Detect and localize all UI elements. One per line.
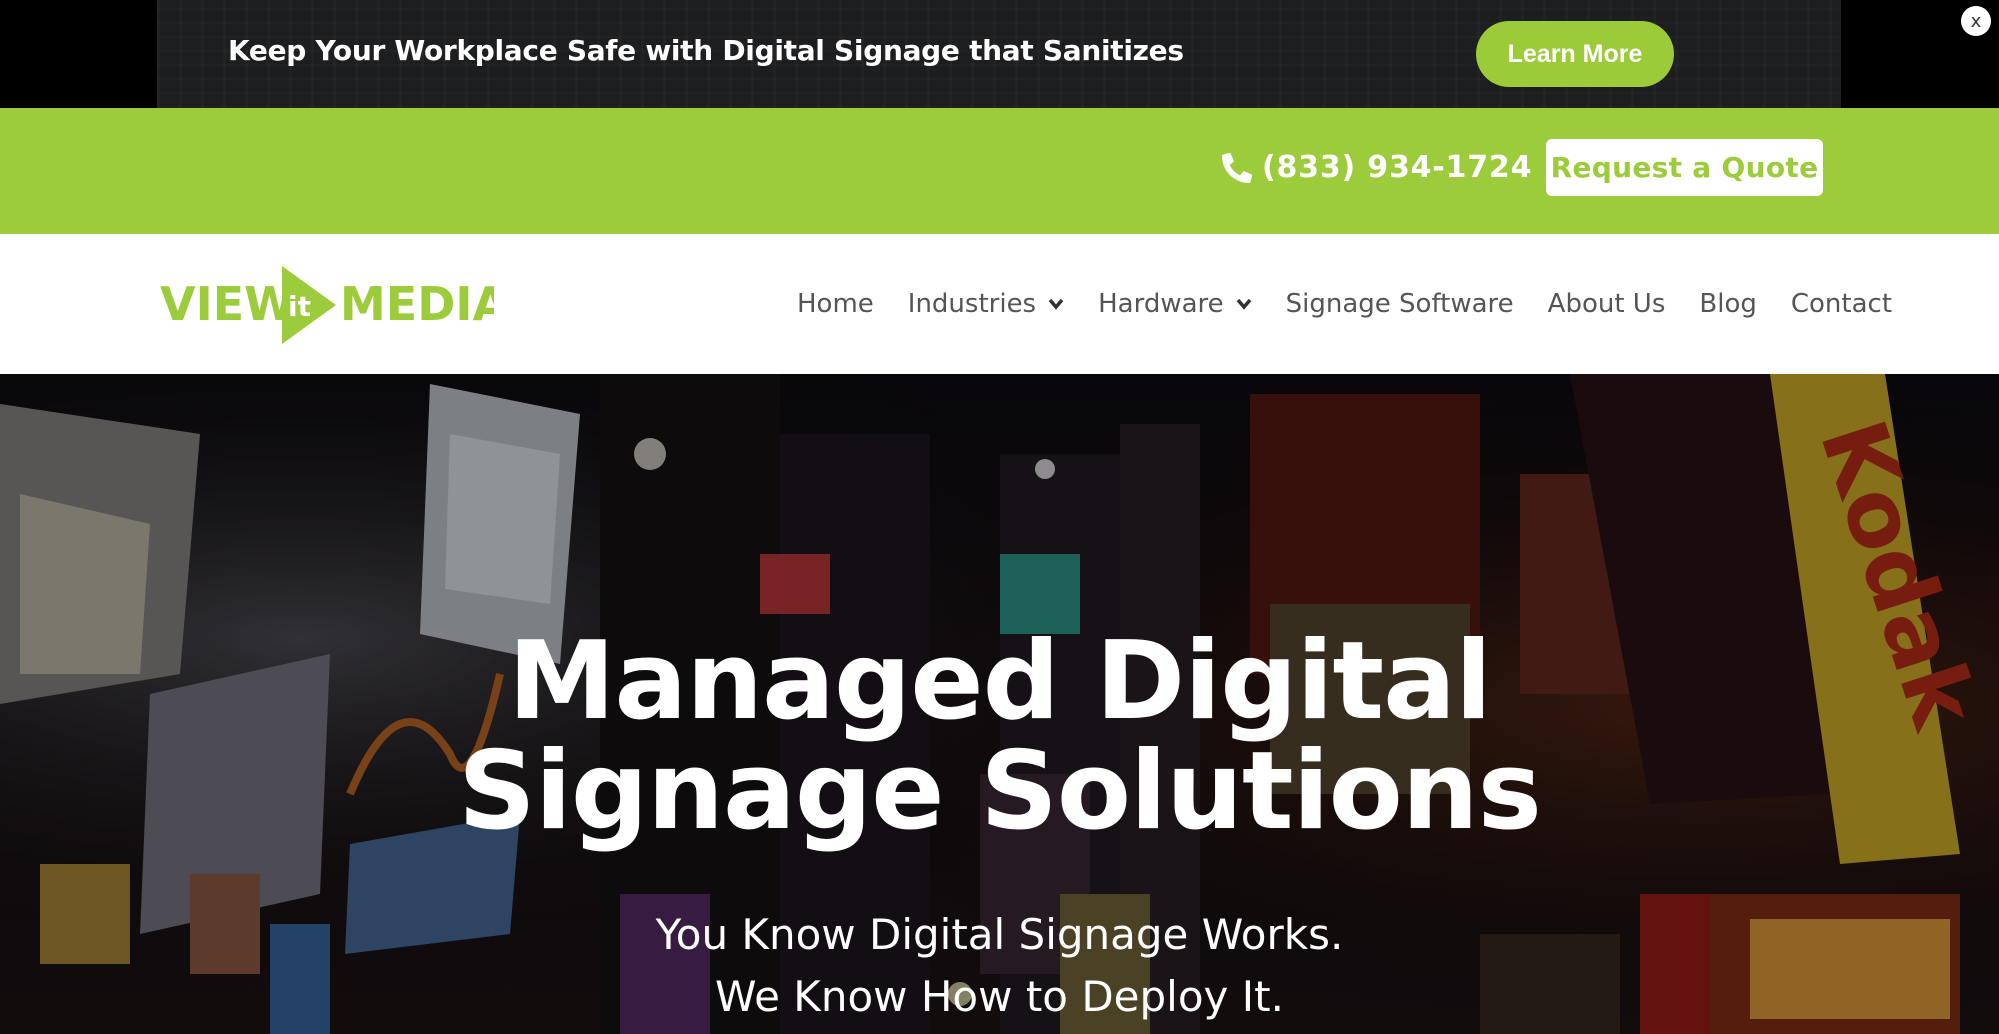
hero-title-line-2: Signage Solutions <box>458 729 1542 854</box>
viewit-media-logo[interactable]: VIEW it MEDIA <box>160 264 494 346</box>
phone-number: (833) 934-1724 <box>1262 150 1533 185</box>
nav-item-home[interactable]: Home <box>797 289 874 319</box>
hero-subtitle: You Know Digital Signage Works. We Know … <box>0 904 1999 1028</box>
main-header: VIEW it MEDIA Home Industries Hardware S… <box>0 234 1999 374</box>
nav-item-hardware[interactable]: Hardware <box>1098 289 1252 319</box>
announcement-text: Keep Your Workplace Safe with Digital Si… <box>228 34 1184 67</box>
main-nav: Home Industries Hardware Signage Softwar… <box>797 289 1892 319</box>
hero-section: Kodak Managed Digital Signage Solutions … <box>0 374 1999 1034</box>
chevron-down-icon <box>1048 298 1064 310</box>
nav-label: Hardware <box>1098 289 1224 319</box>
nav-item-about-us[interactable]: About Us <box>1548 289 1666 319</box>
nav-label: Signage Software <box>1285 289 1514 319</box>
nav-label: Contact <box>1790 289 1893 319</box>
nav-item-blog[interactable]: Blog <box>1699 289 1756 319</box>
phone-icon <box>1222 152 1252 183</box>
contact-bar: (833) 934-1724 Request a Quote <box>0 108 1999 234</box>
nav-label: Home <box>797 289 874 319</box>
chevron-down-icon <box>1236 298 1251 310</box>
request-quote-button[interactable]: Request a Quote <box>1546 139 1823 196</box>
learn-more-button[interactable]: Learn More <box>1476 21 1674 87</box>
hero-title-line-1: Managed Digital <box>507 619 1492 744</box>
close-announcement-button[interactable]: x <box>1961 6 1991 36</box>
announcement-bar: Keep Your Workplace Safe with Digital Si… <box>0 0 1999 108</box>
close-icon: x <box>1970 10 1982 32</box>
nav-item-signage-software[interactable]: Signage Software <box>1286 289 1514 319</box>
nav-label: Blog <box>1699 289 1757 319</box>
hero-subtitle-line-2: We Know How to Deploy It. <box>715 972 1284 1021</box>
hero-subtitle-line-1: You Know Digital Signage Works. <box>655 910 1344 959</box>
nav-label: Industries <box>907 289 1037 319</box>
nav-item-industries[interactable]: Industries <box>908 289 1064 319</box>
nav-label: About Us <box>1547 289 1666 319</box>
nav-item-contact[interactable]: Contact <box>1791 289 1892 319</box>
hero-title: Managed Digital Signage Solutions <box>0 627 1999 847</box>
logo-text-it: it <box>288 290 311 323</box>
logo-text-media: MEDIA <box>340 277 494 331</box>
logo-text-view: VIEW <box>160 277 295 331</box>
phone-link[interactable]: (833) 934-1724 <box>1222 150 1532 185</box>
